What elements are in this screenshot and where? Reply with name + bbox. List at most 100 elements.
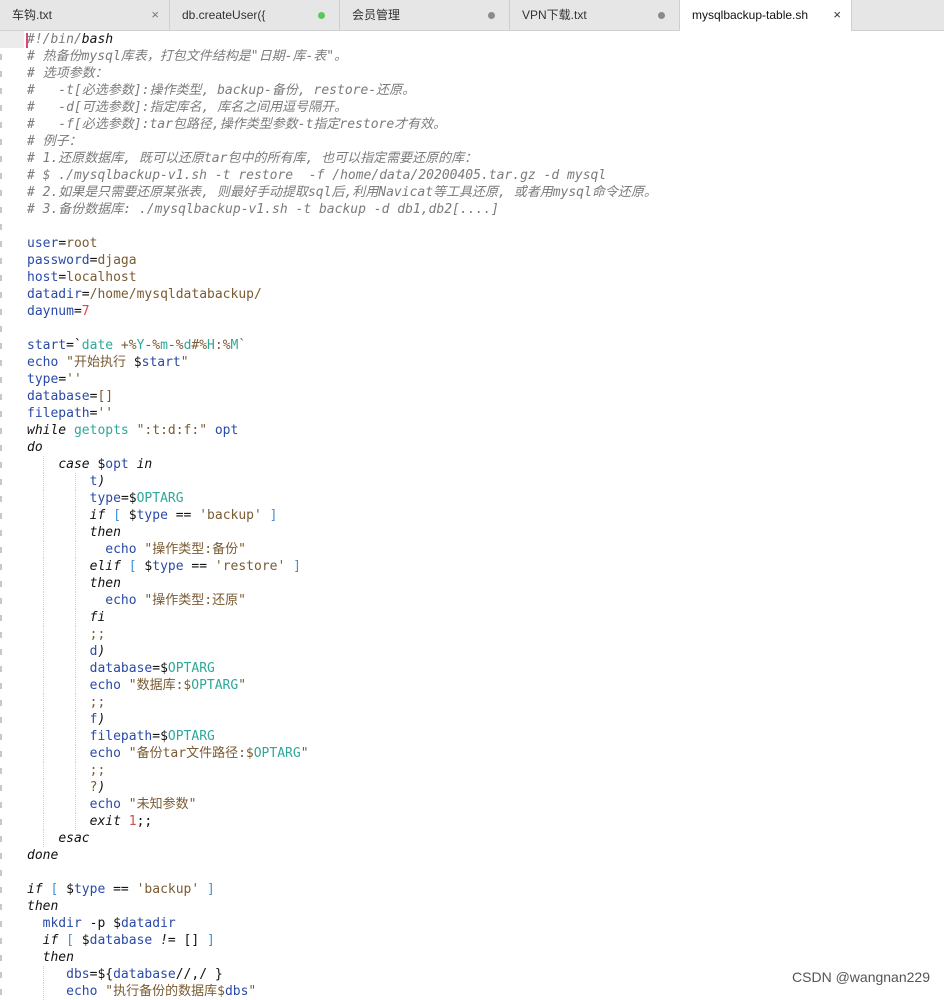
code-line[interactable]: mkdir -p $datadir xyxy=(27,915,657,932)
gutter-marker xyxy=(0,547,2,553)
code-line[interactable]: ;; xyxy=(27,694,657,711)
code-line[interactable]: echo "数据库:$OPTARG" xyxy=(27,677,657,694)
code-line[interactable]: # 选项参数： xyxy=(27,65,657,82)
tab-1[interactable]: 车钩.txt × xyxy=(0,0,170,30)
code-line[interactable]: # 热备份mysql库表，打包文件结构是"日期-库-表"。 xyxy=(27,48,657,65)
code-line[interactable]: user=root xyxy=(27,235,657,252)
code-line[interactable]: dbs=${database//,/ } xyxy=(27,966,657,983)
indent-guide xyxy=(43,558,44,575)
modified-dot-icon[interactable] xyxy=(488,12,495,19)
code-token: # 选项参数： xyxy=(27,66,108,81)
code-line[interactable]: f) xyxy=(27,711,657,728)
code-line[interactable]: # -f[必选参数]:tar包路径,操作类型参数-t指定restore才有效。 xyxy=(27,116,657,133)
code-line[interactable]: then xyxy=(27,898,657,915)
indent-guide xyxy=(43,456,44,473)
code-line[interactable]: echo "操作类型:备份" xyxy=(27,541,657,558)
code-line[interactable]: echo "备份tar文件路径:$OPTARG" xyxy=(27,745,657,762)
code-line[interactable]: fi xyxy=(27,609,657,626)
code-line[interactable]: echo "执行备份的数据库$dbs" xyxy=(27,983,657,1000)
close-icon[interactable]: × xyxy=(151,0,159,30)
code-token: if xyxy=(42,933,59,948)
code-line[interactable]: datadir=/home/mysqldatabackup/ xyxy=(27,286,657,303)
code-line[interactable]: # -t[必选参数]:操作类型, backup-备份, restore-还原。 xyxy=(27,82,657,99)
tab-active[interactable]: mysqlbackup-table.sh × xyxy=(680,0,852,31)
code-line[interactable]: start=`date +%Y-%m-%d#%H:%M` xyxy=(27,337,657,354)
code-line[interactable]: host=localhost xyxy=(27,269,657,286)
code-line[interactable]: type=$OPTARG xyxy=(27,490,657,507)
code-line[interactable]: then xyxy=(27,575,657,592)
tab-2[interactable]: db.createUser({ xyxy=(170,0,340,30)
code-line[interactable]: if [ $type == 'backup' ] xyxy=(27,507,657,524)
code-line[interactable]: ;; xyxy=(27,762,657,779)
code-editor[interactable]: #!/bin/bash # 热备份mysql库表，打包文件结构是"日期-库-表"。… xyxy=(27,31,657,1000)
code-line[interactable]: case $opt in xyxy=(27,456,657,473)
tab-label: 会员管理 xyxy=(352,8,401,22)
code-line[interactable]: database=[] xyxy=(27,388,657,405)
code-line[interactable]: ;; xyxy=(27,626,657,643)
code-line[interactable]: # 3.备份数据库: ./mysqlbackup-v1.sh -t backup… xyxy=(27,201,657,218)
code-line[interactable]: esac xyxy=(27,830,657,847)
code-line[interactable]: d) xyxy=(27,643,657,660)
tab-bar: 车钩.txt × db.createUser({ 会员管理 VPN下载.txt … xyxy=(0,0,944,31)
code-line[interactable]: elif [ $type == 'restore' ] xyxy=(27,558,657,575)
gutter-marker xyxy=(0,836,2,842)
close-icon[interactable]: × xyxy=(833,0,841,30)
code-line[interactable]: #!/bin/bash xyxy=(27,31,657,48)
code-line[interactable]: database=$OPTARG xyxy=(27,660,657,677)
code-token: # 2.如果是只需要还原某张表, 则最好手动提取sql后,利用Navicat等工… xyxy=(27,185,657,200)
code-token: type xyxy=(73,882,106,897)
code-line[interactable]: then xyxy=(27,949,657,966)
code-line[interactable]: # 2.如果是只需要还原某张表, 则最好手动提取sql后,利用Navicat等工… xyxy=(27,184,657,201)
code-line[interactable]: # $ ./mysqlbackup-v1.sh -t restore -f /h… xyxy=(27,167,657,184)
gutter-marker xyxy=(0,156,2,162)
code-line[interactable]: type='' xyxy=(27,371,657,388)
code-line[interactable] xyxy=(27,320,657,337)
code-line[interactable]: # 例子： xyxy=(27,133,657,150)
indent-guide xyxy=(43,609,44,626)
code-line[interactable]: then xyxy=(27,524,657,541)
indent-guide xyxy=(75,813,76,830)
code-line[interactable]: exit 1;; xyxy=(27,813,657,830)
code-line[interactable]: t) xyxy=(27,473,657,490)
code-line[interactable] xyxy=(27,864,657,881)
code-token: == xyxy=(105,882,137,897)
code-line[interactable]: echo "操作类型:还原" xyxy=(27,592,657,609)
modified-dot-icon[interactable] xyxy=(318,12,325,19)
code-line[interactable]: echo "开始执行 $start" xyxy=(27,354,657,371)
code-line[interactable]: # 1.还原数据库, 既可以还原tar包中的所有库, 也可以指定需要还原的库： xyxy=(27,150,657,167)
gutter-marker xyxy=(0,428,2,434)
code-line[interactable]: filepath='' xyxy=(27,405,657,422)
code-token: echo xyxy=(89,678,121,693)
code-line[interactable]: while getopts ":t:d:f:" opt xyxy=(27,422,657,439)
code-token: do xyxy=(27,440,43,455)
code-line[interactable]: # -d[可选参数]:指定库名, 库名之间用逗号隔开。 xyxy=(27,99,657,116)
code-line[interactable]: do xyxy=(27,439,657,456)
code-line[interactable]: echo "未知参数" xyxy=(27,796,657,813)
tab-3[interactable]: 会员管理 xyxy=(340,0,510,30)
code-line[interactable]: done xyxy=(27,847,657,864)
code-token: # -f[必选参数]:tar包路径,操作类型参数-t指定restore才有效。 xyxy=(27,117,447,132)
code-token: if xyxy=(89,508,106,523)
gutter-marker xyxy=(0,207,2,213)
indent-guide xyxy=(75,762,76,779)
code-line[interactable]: daynum=7 xyxy=(27,303,657,320)
modified-dot-icon[interactable] xyxy=(658,12,665,19)
code-line[interactable]: if [ $type == 'backup' ] xyxy=(27,881,657,898)
code-token: ) xyxy=(97,780,106,795)
code-line[interactable]: if [ $database != [] ] xyxy=(27,932,657,949)
code-line[interactable]: ?) xyxy=(27,779,657,796)
code-token: $ xyxy=(133,355,142,370)
line-gutter xyxy=(0,31,14,995)
code-line[interactable]: filepath=$OPTARG xyxy=(27,728,657,745)
code-token: OPTARG xyxy=(167,661,215,676)
code-line[interactable] xyxy=(27,218,657,235)
indent-guide xyxy=(43,711,44,728)
indent-guide xyxy=(75,728,76,745)
tab-4[interactable]: VPN下载.txt xyxy=(510,0,680,30)
code-token: database xyxy=(89,661,153,676)
code-line[interactable]: password=djaga xyxy=(27,252,657,269)
code-token: " xyxy=(238,678,247,693)
